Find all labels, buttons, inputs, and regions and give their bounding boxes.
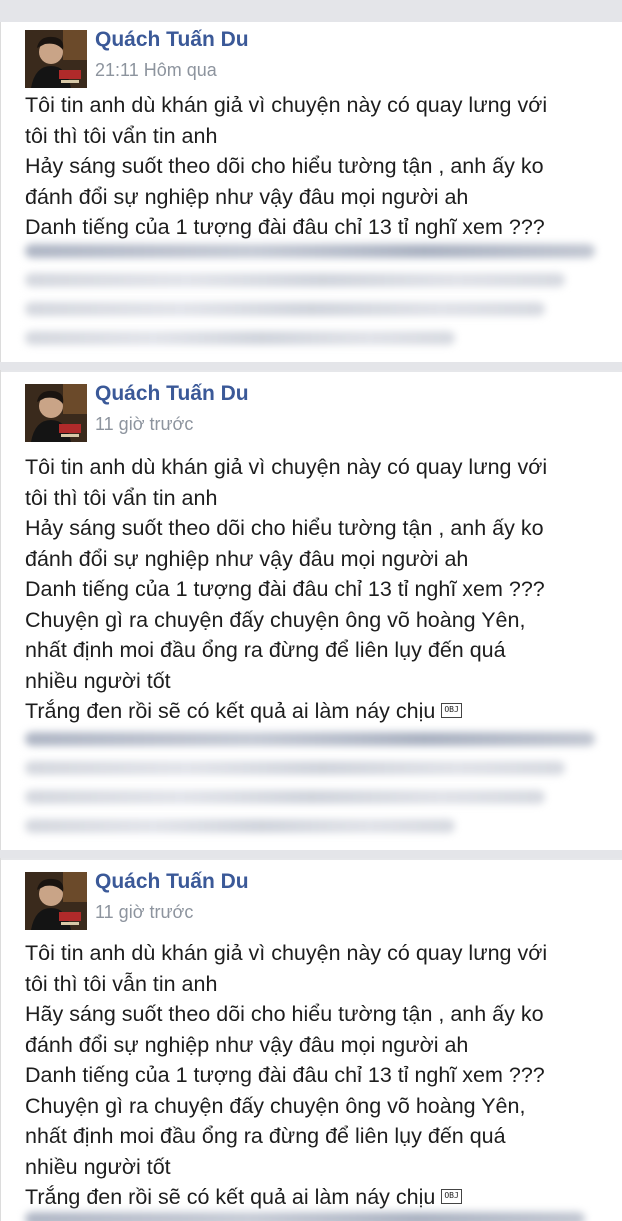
post-line: Danh tiếng của 1 tượng đài đâu chỉ 13 tỉ…	[25, 215, 545, 239]
post-timestamp[interactable]: 11 giờ trước	[95, 902, 193, 923]
author-name[interactable]: Quách Tuấn Du	[95, 28, 249, 52]
post-body: Tôi tin anh dù khán giả vì chuyện này có…	[25, 90, 615, 243]
feed-separator	[0, 0, 622, 22]
blurred-link-text	[25, 1212, 605, 1221]
post-line: đánh đổi sự nghiệp như vậy đâu mọi người…	[25, 1032, 469, 1057]
post-line: Chuyện gì ra chuyện đấy chuyện ông võ ho…	[25, 607, 526, 632]
blurred-link-text	[25, 732, 605, 848]
post-line: nhất định moi đầu ổng ra đừng để liên lụ…	[25, 638, 506, 662]
post-body: Tôi tin anh dù khán giả vì chuyện này có…	[25, 452, 615, 727]
post-card: Quách Tuấn Du 21:11 Hôm qua Tôi tin anh …	[0, 22, 622, 362]
post-line: nhiều người tốt	[25, 668, 171, 693]
post-line: Trắng đen rồi sẽ có kết quả ai làm náy c…	[25, 1182, 615, 1213]
post-body: Tôi tin anh dù khán giả vì chuyện này có…	[25, 938, 615, 1213]
feed-separator	[0, 850, 622, 858]
post-line: nhiều người tốt	[25, 1154, 171, 1179]
avatar-photo-icon	[25, 872, 87, 930]
obj-replacement-icon: OBJ	[441, 702, 462, 718]
post-line: Tôi tin anh dù khán giả vì chuyện này có…	[25, 93, 548, 117]
feed-separator	[0, 362, 622, 370]
avatar[interactable]	[25, 30, 87, 88]
post-line: đánh đổi sự nghiệp như vậy đâu mọi người…	[25, 546, 469, 571]
avatar-photo-icon	[25, 384, 87, 442]
post-line-text: Trắng đen rồi sẽ có kết quả ai làm náy c…	[25, 699, 436, 723]
post-header: Quách Tuấn Du 21:11 Hôm qua	[25, 28, 585, 90]
post-line: Danh tiếng của 1 tượng đài đâu chỉ 13 tỉ…	[25, 1063, 545, 1087]
post-line: tôi thì tôi vẩn tin anh	[25, 123, 218, 148]
post-line: Chuyện gì ra chuyện đấy chuyện ông võ ho…	[25, 1093, 526, 1118]
post-line: Danh tiếng của 1 tượng đài đâu chỉ 13 tỉ…	[25, 577, 545, 601]
post-line-text: Trắng đen rồi sẽ có kết quả ai làm náy c…	[25, 1185, 436, 1209]
post-line: Tôi tin anh dù khán giả vì chuyện này có…	[25, 941, 548, 965]
post-line: Hảy sáng suốt theo dõi cho hiểu tường tậ…	[25, 154, 544, 178]
post-line: Hãy sáng suốt theo dõi cho hiểu tường tậ…	[25, 1002, 544, 1026]
post-line: nhất định moi đầu ổng ra đừng để liên lụ…	[25, 1124, 506, 1148]
avatar-photo-icon	[25, 30, 87, 88]
post-line: Trắng đen rồi sẽ có kết quả ai làm náy c…	[25, 696, 615, 727]
post-line: Tôi tin anh dù khán giả vì chuyện này có…	[25, 455, 548, 479]
post-line: tôi thì tôi vẩn tin anh	[25, 485, 218, 510]
avatar[interactable]	[25, 384, 87, 442]
post-header: Quách Tuấn Du 11 giờ trước	[25, 382, 585, 444]
post-line: tôi thì tôi vẫn tin anh	[25, 971, 218, 996]
obj-replacement-icon: OBJ	[441, 1188, 462, 1204]
post-timestamp[interactable]: 11 giờ trước	[95, 414, 193, 435]
author-name[interactable]: Quách Tuấn Du	[95, 870, 249, 894]
avatar[interactable]	[25, 872, 87, 930]
post-card: Quách Tuấn Du 11 giờ trước Tôi tin anh d…	[0, 370, 622, 850]
post-timestamp[interactable]: 21:11 Hôm qua	[95, 60, 217, 81]
post-header: Quách Tuấn Du 11 giờ trước	[25, 870, 585, 932]
post-line: Hảy sáng suốt theo dõi cho hiểu tường tậ…	[25, 516, 544, 540]
author-name[interactable]: Quách Tuấn Du	[95, 382, 249, 406]
blurred-link-text	[25, 244, 605, 360]
post-line: đánh đổi sự nghiệp như vậy đâu mọi người…	[25, 184, 469, 209]
post-card: Quách Tuấn Du 11 giờ trước Tôi tin anh d…	[0, 858, 622, 1221]
